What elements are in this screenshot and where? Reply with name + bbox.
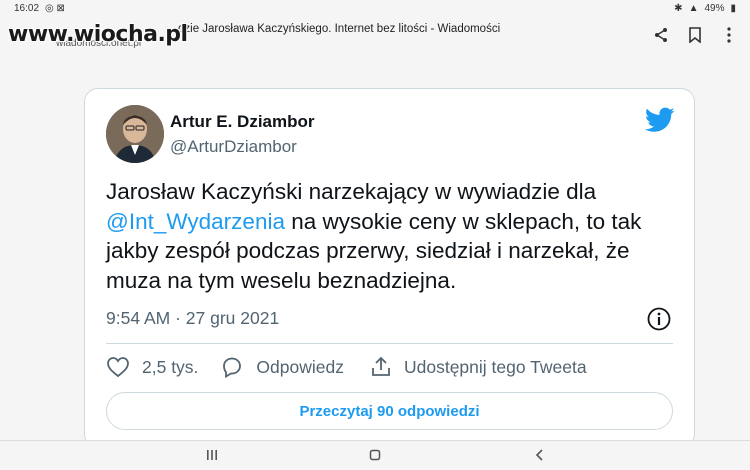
avatar[interactable]: [106, 105, 164, 163]
upload-share-icon: [372, 356, 390, 376]
back-icon[interactable]: [530, 447, 550, 463]
author-handle[interactable]: @ArturDziambor: [170, 137, 297, 157]
share-icon[interactable]: [652, 26, 670, 44]
reply-label: Odpowiedz: [256, 356, 344, 377]
bluetooth-icon: ✱: [674, 2, 683, 14]
navigation-bar: [0, 440, 750, 470]
share-tweet-button[interactable]: Udostępnij tego Tweeta: [370, 356, 587, 378]
like-button[interactable]: 2,5 tys.: [106, 356, 198, 378]
author-name[interactable]: Artur E. Dziambor: [170, 112, 315, 132]
share-label: Udostępnij tego Tweeta: [403, 356, 587, 377]
home-icon[interactable]: [365, 447, 385, 463]
signal-icon: ▲: [688, 2, 699, 14]
twitter-bird-icon[interactable]: [644, 107, 675, 133]
info-icon[interactable]: [646, 306, 672, 332]
heart-icon: [107, 357, 129, 378]
status-bar: 16:02 ◎ ⊠ ✱ ▲ 49% ▮: [0, 0, 750, 16]
tweet-text-start: Jarosław Kaczyński narzekający w wywiadz…: [106, 179, 597, 204]
reply-button[interactable]: Odpowiedz: [220, 356, 344, 378]
status-time: 16:02: [14, 2, 40, 14]
watermark-logo: www.wiocha.pl: [8, 22, 188, 47]
tweet-timestamp[interactable]: 9:54 AM · 27 gru 2021: [106, 308, 279, 329]
tweet-card: Artur E. Dziambor @ArturDziambor Jarosła…: [84, 88, 695, 448]
mention-link[interactable]: @Int_Wydarzenia: [106, 209, 285, 234]
notification-icon: ◎ ⊠: [45, 2, 65, 14]
tweet-actions: 2,5 tys. Odpowiedz Udostępnij tego Tweet…: [106, 355, 587, 379]
bookmark-icon[interactable]: [686, 26, 704, 44]
recent-apps-icon[interactable]: [202, 447, 222, 463]
read-replies-button[interactable]: Przeczytaj 90 odpowiedzi: [106, 392, 673, 430]
more-icon[interactable]: [720, 26, 738, 44]
like-count: 2,5 tys.: [142, 356, 199, 377]
battery-icon: ▮: [730, 2, 736, 14]
battery-level: 49%: [704, 2, 725, 14]
reply-icon: [223, 357, 242, 378]
app-header: ✕ dzie Jarosława Kaczyńskiego. Internet …: [0, 16, 750, 52]
page-title: dzie Jarosława Kaczyńskiego. Internet be…: [178, 23, 501, 35]
tweet-text: Jarosław Kaczyński narzekający w wywiadz…: [106, 177, 676, 295]
divider: [106, 343, 673, 344]
